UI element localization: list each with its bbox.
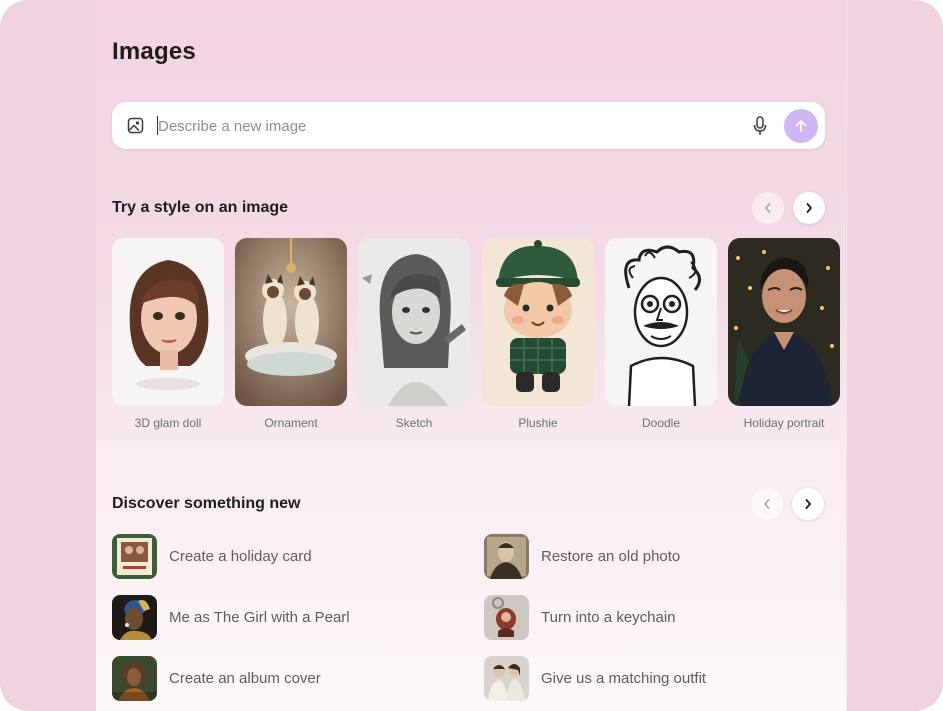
keychain-thumbnail	[484, 594, 529, 640]
style-card-3d-glam-doll[interactable]: 3D glam doll	[112, 238, 224, 430]
discover-label: Create an album cover	[169, 669, 321, 687]
discover-label: Give us a matching outfit	[541, 669, 707, 687]
discover-section-title: Discover something new	[112, 495, 301, 512]
style-label: Ornament	[264, 416, 318, 430]
style-label: Holiday portrait	[743, 416, 825, 430]
prompt-input[interactable]	[158, 114, 738, 138]
styles-next-button[interactable]	[793, 192, 825, 224]
style-card-plushie[interactable]: Plushie	[482, 238, 594, 430]
girl-with-pearl-thumbnail	[112, 594, 157, 640]
holiday-portrait-thumbnail	[728, 238, 840, 406]
discover-item-album-cover[interactable]: Create an album cover	[112, 655, 321, 701]
microphone-icon[interactable]	[753, 116, 767, 136]
chevron-right-icon	[806, 203, 813, 213]
styles-prev-button[interactable]	[752, 192, 784, 224]
prompt-bar	[112, 102, 825, 149]
arrow-up-icon	[795, 120, 807, 132]
style-label: Plushie	[518, 416, 558, 430]
discover-item-restore-photo[interactable]: Restore an old photo	[484, 533, 680, 579]
sketch-thumbnail	[358, 238, 470, 406]
holiday-card-thumbnail	[112, 533, 157, 579]
discover-label: Create a holiday card	[169, 547, 312, 565]
album-cover-thumbnail	[112, 655, 157, 701]
discover-label: Restore an old photo	[541, 547, 681, 565]
discover-item-matching-outfit[interactable]: Give us a matching outfit	[484, 655, 706, 701]
discover-item-keychain[interactable]: Turn into a keychain	[484, 594, 676, 640]
old-photo-thumbnail	[484, 533, 529, 579]
style-card-ornament[interactable]: Ornament	[235, 238, 347, 430]
style-card-holiday-portrait[interactable]: Holiday portrait	[728, 238, 840, 430]
plushie-thumbnail	[482, 238, 594, 406]
chevron-left-icon	[763, 499, 770, 509]
style-card-doodle[interactable]: Doodle	[605, 238, 717, 430]
discover-item-girl-with-pearl[interactable]: Me as The Girl with a Pearl	[112, 594, 350, 640]
app-frame: Images Try a style on an image	[0, 0, 943, 711]
3d-glam-doll-thumbnail	[112, 238, 224, 406]
ornament-thumbnail	[235, 238, 347, 406]
panel-divider	[846, 0, 847, 711]
style-label: Sketch	[395, 416, 433, 430]
discover-prev-button[interactable]	[751, 488, 783, 520]
send-button[interactable]	[784, 109, 818, 143]
style-label: 3D glam doll	[134, 416, 202, 430]
matching-outfit-thumbnail	[484, 655, 529, 701]
discover-label: Turn into a keychain	[541, 608, 676, 626]
discover-label: Me as The Girl with a Pearl	[169, 608, 350, 626]
page-title: Images	[112, 38, 196, 65]
style-card-sketch[interactable]: Sketch	[358, 238, 470, 430]
discover-item-holiday-card[interactable]: Create a holiday card	[112, 533, 312, 579]
discover-next-button[interactable]	[792, 488, 824, 520]
chevron-left-icon	[764, 203, 771, 213]
image-upload-icon[interactable]	[127, 117, 144, 134]
style-label: Doodle	[641, 416, 681, 430]
chevron-right-icon	[805, 499, 812, 509]
styles-section-title: Try a style on an image	[112, 199, 289, 216]
doodle-thumbnail	[605, 238, 717, 406]
